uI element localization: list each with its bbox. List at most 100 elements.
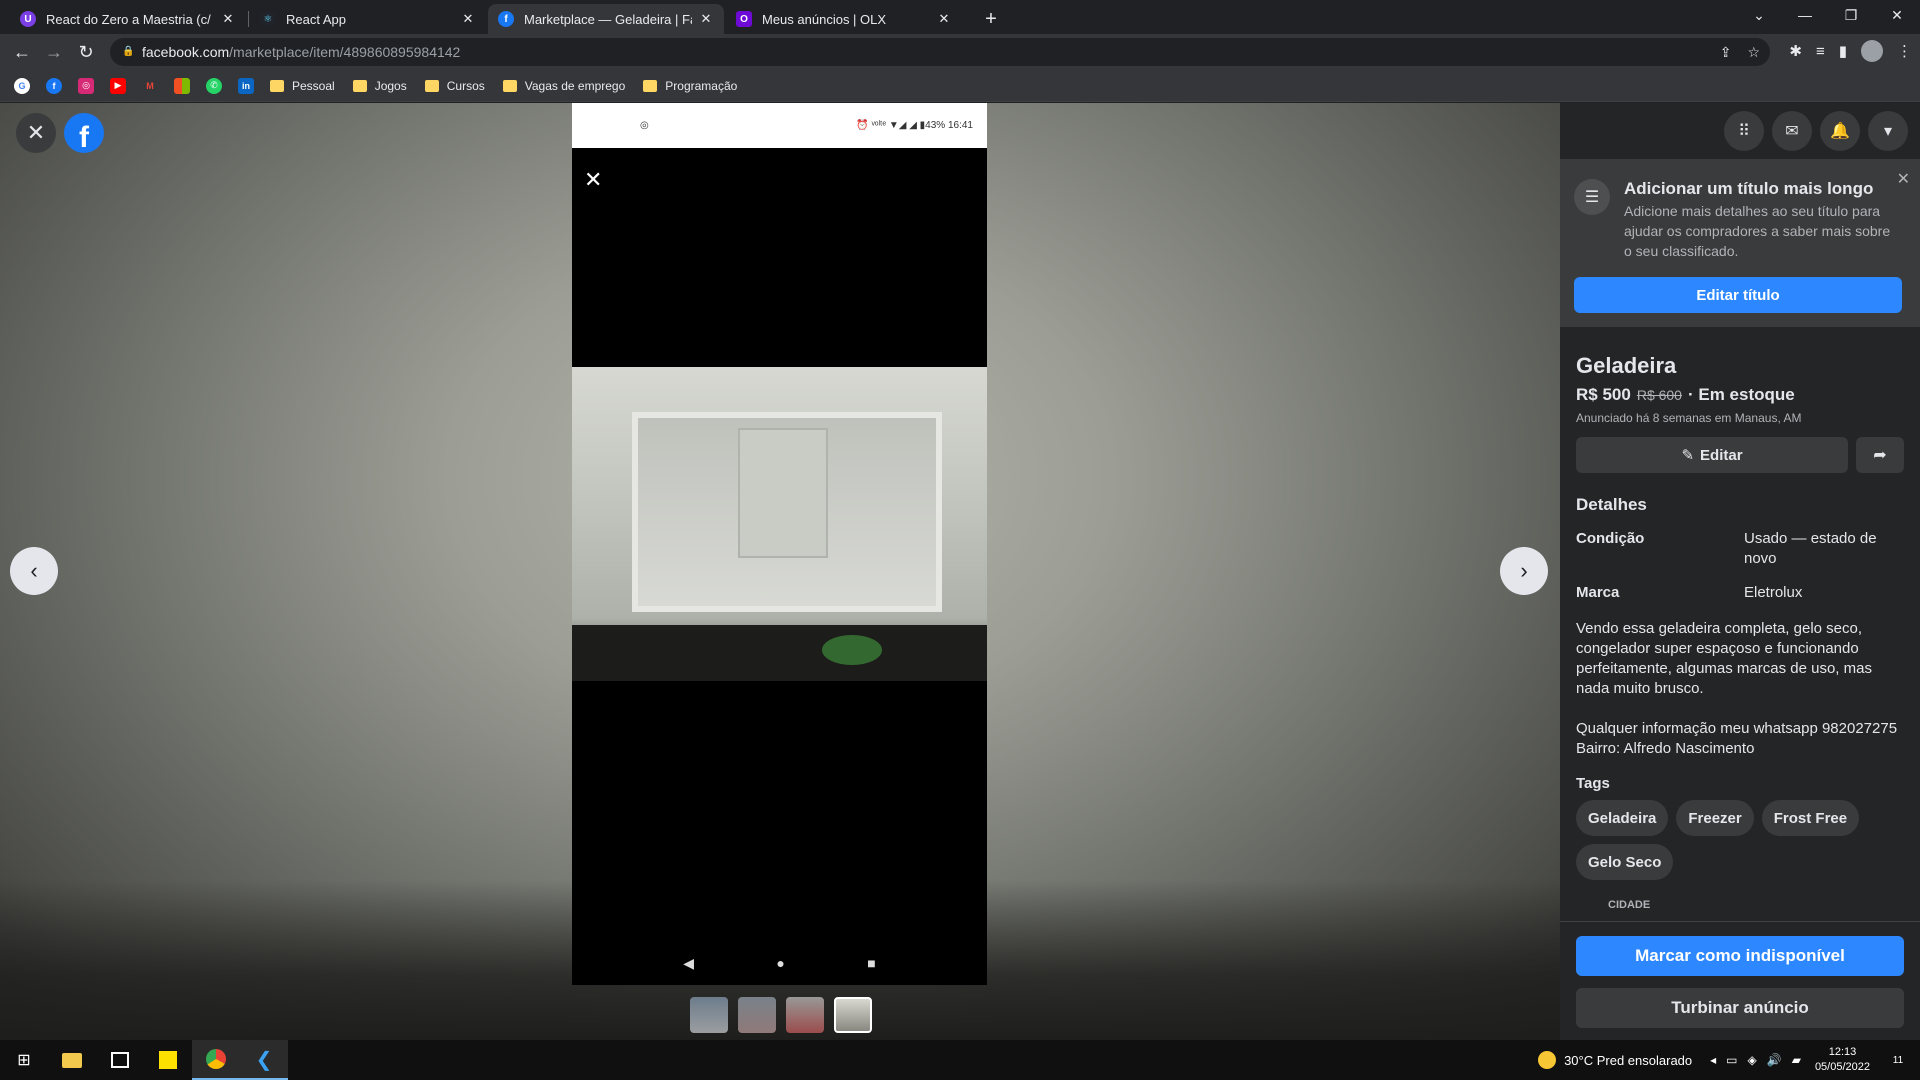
tab-react-course[interactable]: U React do Zero a Maestria (c/ hoo ✕ bbox=[10, 4, 246, 34]
tag-chip[interactable]: Geladeira bbox=[1576, 800, 1669, 836]
store-icon[interactable] bbox=[96, 1040, 144, 1080]
youtube-bookmark-icon[interactable]: ▶ bbox=[110, 77, 126, 94]
tag-chip[interactable]: Frost Free bbox=[1761, 800, 1860, 836]
back-key-icon: ◀ bbox=[683, 954, 694, 971]
folder-icon bbox=[270, 79, 284, 92]
taskbar-clock[interactable]: 12:13 05/05/2022 bbox=[1815, 1045, 1870, 1075]
sun-icon bbox=[1538, 1051, 1557, 1069]
fridge-photo bbox=[572, 367, 987, 681]
udemy-favicon-icon: U bbox=[20, 11, 36, 27]
messenger-icon[interactable]: ✉ bbox=[1772, 111, 1812, 151]
system-tray: 30°C Pred ensolarado ◂ ▭ ◈ 🔊 ▰ 12:13 05/… bbox=[1538, 1040, 1920, 1080]
sticky-notes-icon[interactable] bbox=[144, 1040, 192, 1080]
next-photo-button[interactable]: › bbox=[1500, 547, 1548, 595]
mark-unavailable-button[interactable]: Marcar como indisponível bbox=[1576, 936, 1904, 976]
tip-text: Adicione mais detalhes ao seu título par… bbox=[1624, 203, 1891, 259]
brand-row: Marca Eletrolux bbox=[1576, 583, 1904, 603]
close-tab-icon[interactable]: ✕ bbox=[220, 11, 236, 27]
share-button[interactable]: ➦ bbox=[1856, 437, 1904, 473]
listing-actions: ✎ Editar ➦ bbox=[1576, 437, 1904, 473]
bottom-action-bar: Marcar como indisponível Turbinar anúnci… bbox=[1560, 921, 1920, 1040]
bookmark-folder-jogos[interactable]: Jogos bbox=[352, 79, 407, 93]
menu-grid-icon[interactable]: ⠿ bbox=[1724, 111, 1764, 151]
new-tab-button[interactable]: + bbox=[978, 6, 1004, 32]
tab-react-app[interactable]: ⚛ React App ✕ bbox=[250, 4, 486, 34]
share-arrow-icon: ➦ bbox=[1873, 447, 1887, 464]
notification-center-icon[interactable]: 11 bbox=[1886, 1048, 1910, 1072]
close-viewer-button[interactable]: ✕ bbox=[16, 113, 56, 153]
extension-icons: ✱ ≡ ▮ ⋮ bbox=[1789, 40, 1912, 62]
chrome-taskbar-icon[interactable] bbox=[192, 1040, 240, 1080]
facebook-bookmark-icon[interactable]: f bbox=[46, 77, 62, 94]
reload-button[interactable]: ↻ bbox=[74, 40, 98, 64]
close-window-button[interactable]: ✕ bbox=[1874, 0, 1920, 30]
speaker-alert-icon[interactable]: ◂ bbox=[1710, 1053, 1716, 1067]
tag-chip[interactable]: Freezer bbox=[1676, 800, 1754, 836]
details-heading: Detalhes bbox=[1576, 495, 1647, 514]
profile-avatar[interactable] bbox=[1861, 40, 1883, 62]
lock-icon[interactable]: 🔒 bbox=[122, 46, 134, 58]
bookmark-folder-vagas[interactable]: Vagas de emprego bbox=[502, 79, 625, 93]
nvidia-icon[interactable]: ▰ bbox=[1792, 1053, 1801, 1067]
facebook-logo-icon[interactable]: f bbox=[64, 113, 104, 153]
tab-search-icon[interactable]: ⌄ bbox=[1736, 0, 1782, 30]
location-map-preview[interactable]: CIDADE bbox=[1576, 899, 1904, 919]
vscode-taskbar-icon[interactable]: ❮ bbox=[240, 1040, 288, 1080]
volume-icon[interactable]: 🔊 bbox=[1767, 1053, 1782, 1067]
instagram-bookmark-icon[interactable]: ◎ bbox=[78, 77, 94, 94]
bookmark-folder-cursos[interactable]: Cursos bbox=[424, 79, 485, 93]
tab-marketplace[interactable]: f Marketplace — Geladeira | Faceb ✕ bbox=[488, 4, 724, 34]
url-domain: facebook.com bbox=[142, 44, 230, 60]
bookmark-folder-programacao[interactable]: Programação bbox=[643, 79, 737, 93]
account-chevron-icon[interactable]: ▾ bbox=[1868, 111, 1908, 151]
previous-photo-button[interactable]: ‹ bbox=[10, 547, 58, 595]
extensions-puzzle-icon[interactable]: ✱ bbox=[1789, 42, 1802, 60]
media-queue-icon[interactable]: ≡ bbox=[1816, 43, 1825, 60]
network-icon[interactable]: ▭ bbox=[1726, 1053, 1737, 1067]
whatsapp-bookmark-icon[interactable]: ✆ bbox=[206, 77, 222, 94]
weather-text: 30°C Pred ensolarado bbox=[1564, 1052, 1693, 1068]
restore-button[interactable]: ❐ bbox=[1828, 0, 1874, 30]
side-panel-icon[interactable]: ▮ bbox=[1839, 42, 1847, 60]
edit-title-button[interactable]: Editar título bbox=[1574, 277, 1902, 313]
tray-icons: ◂ ▭ ◈ 🔊 ▰ bbox=[1710, 1053, 1801, 1067]
gmail-bookmark-icon[interactable]: M bbox=[142, 77, 158, 94]
thumbnail[interactable] bbox=[738, 997, 776, 1033]
tag-chip[interactable]: Gelo Seco bbox=[1576, 844, 1674, 880]
forward-button[interactable]: → bbox=[42, 40, 66, 64]
folder-icon bbox=[643, 79, 658, 92]
bookmarks-bar: G f ◎ ▶ M ✆ in Pessoal Jogos Cursos Vaga… bbox=[0, 70, 1920, 102]
share-page-icon[interactable]: ⇪ bbox=[1720, 44, 1732, 61]
fridge-control-panel bbox=[738, 428, 828, 558]
back-button[interactable]: ← bbox=[10, 40, 34, 64]
edit-label: Editar bbox=[1700, 446, 1743, 464]
notifications-bell-icon[interactable]: 🔔 bbox=[1820, 111, 1860, 151]
weather-widget[interactable]: 30°C Pred ensolarado bbox=[1538, 1051, 1692, 1069]
menu-dots-icon[interactable]: ⋮ bbox=[1897, 42, 1912, 60]
windows-start-icon[interactable]: ⊞ bbox=[0, 1040, 48, 1080]
linkedin-bookmark-icon[interactable]: in bbox=[238, 77, 254, 94]
close-tab-icon[interactable]: ✕ bbox=[936, 11, 952, 27]
posted-info: Anunciado há 8 semanas em Manaus, AM bbox=[1576, 411, 1802, 425]
thumbnail[interactable] bbox=[786, 997, 824, 1033]
close-tip-icon[interactable]: ✕ bbox=[1897, 169, 1910, 189]
tab-title: Marketplace — Geladeira | Faceb bbox=[524, 11, 692, 27]
edit-listing-button[interactable]: ✎ Editar bbox=[1576, 437, 1848, 473]
thumbnail-active[interactable] bbox=[834, 997, 872, 1033]
bookmark-folder-pessoal[interactable]: Pessoal bbox=[270, 79, 335, 93]
thumbnail[interactable] bbox=[690, 997, 728, 1033]
close-tab-icon[interactable]: ✕ bbox=[460, 11, 476, 27]
tab-olx[interactable]: O Meus anúncios | OLX ✕ bbox=[726, 4, 962, 34]
minimize-button[interactable]: — bbox=[1782, 0, 1828, 30]
url-bar[interactable]: 🔒 facebook.com/marketplace/item/48986089… bbox=[110, 38, 1770, 66]
file-explorer-icon[interactable] bbox=[48, 1040, 96, 1080]
bookmark-star-icon[interactable]: ☆ bbox=[1747, 44, 1760, 61]
folder-icon bbox=[424, 79, 439, 92]
close-tab-icon[interactable]: ✕ bbox=[698, 11, 714, 27]
recents-key-icon: ■ bbox=[867, 955, 876, 971]
boost-listing-button[interactable]: Turbinar anúncio bbox=[1576, 988, 1904, 1028]
document-icon: ☰ bbox=[1574, 179, 1610, 215]
google-bookmark-icon[interactable]: G bbox=[14, 77, 30, 94]
microsoft-bookmark-icon[interactable] bbox=[174, 77, 190, 94]
shield-icon[interactable]: ◈ bbox=[1748, 1053, 1757, 1067]
